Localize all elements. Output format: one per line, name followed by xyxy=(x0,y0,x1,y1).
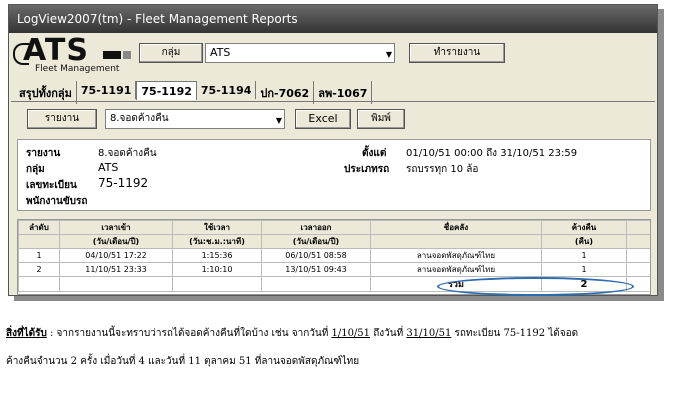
cell-out: 06/10/51 08:58 xyxy=(261,248,371,263)
vehicle-tabs: สรุปทั้งกลุ่ม 75-1191 75-1192 75-1194 ปก… xyxy=(15,81,373,104)
table-subheader-row: (วัน/เดือน/ปี) (วัน:ช.ม.:นาที) (วัน/เดือ… xyxy=(18,234,650,249)
col-nights-sub: (คืน) xyxy=(541,234,627,249)
caption-date-to: 31/10/51 xyxy=(406,328,452,339)
col-depot-header: ชื่อคลัง xyxy=(370,220,542,235)
col-duration-sub: (วัน:ช.ม.:นาที) xyxy=(172,234,262,249)
vehicle-type-label: ประเภทรถ xyxy=(344,164,390,175)
caption-line-2: ค้างคืนจำนวน 2 ครั้ง เมื่อวันที่ 4 และวั… xyxy=(6,356,360,367)
cell-duration: 1:15:36 xyxy=(172,248,262,263)
logo-subtitle: Fleet Management xyxy=(35,64,120,74)
table-header-row: ลำดับ เวลาเข้า ใช้เวลา เวลาออก ชื่อคลัง … xyxy=(18,220,650,235)
report-select-value: 8.จอดค้างคืน xyxy=(110,113,169,124)
cell-nights: 1 xyxy=(541,262,627,277)
logo-brand: ATS xyxy=(23,33,89,68)
cell-blank xyxy=(626,248,650,263)
from-value: 01/10/51 00:00 ถึง 31/10/51 23:59 xyxy=(406,148,578,159)
caption-line-1: สิ่งที่ได้รับ : จากรายงานนี้จะทราบว่ารถไ… xyxy=(6,320,674,348)
cell-duration: 1:10:10 xyxy=(172,262,262,277)
col-blank-header xyxy=(626,220,650,235)
group-label: กลุ่ม xyxy=(26,164,45,175)
report-value: 8.จอดค้างคืน xyxy=(98,148,157,159)
col-out-sub: (วัน/เดือน/ปี) xyxy=(261,234,371,249)
col-no-header: ลำดับ xyxy=(18,220,60,235)
tab-75-1194[interactable]: 75-1194 xyxy=(197,81,257,99)
caption-heading: สิ่งที่ได้รับ xyxy=(6,328,47,339)
highlight-oval xyxy=(437,277,634,296)
chevron-down-icon[interactable]: ▼ xyxy=(276,112,282,130)
logo-bar-icon xyxy=(103,51,121,59)
group-select-value: ATS xyxy=(210,46,231,59)
logo-bar-icon xyxy=(123,51,131,59)
cell-blank xyxy=(172,276,262,292)
group-value: ATS xyxy=(98,161,119,174)
report-info-panel: รายงาน 8.จอดค้างคืน กลุ่ม ATS เลขทะเบียน… xyxy=(17,139,651,211)
plate-label: เลขทะเบียน xyxy=(26,180,77,191)
group-select[interactable]: ATS ▼ xyxy=(205,43,395,63)
cell-blank xyxy=(261,276,371,292)
col-depot-sub xyxy=(370,234,542,249)
report-button[interactable]: รายงาน xyxy=(27,109,97,129)
excel-button[interactable]: Excel xyxy=(295,109,351,129)
col-in-sub: (วัน/เดือน/ปี) xyxy=(59,234,173,249)
driver-label: พนักงานขับรถ xyxy=(26,196,88,207)
print-button[interactable]: พิมพ์ xyxy=(357,109,405,129)
app-window: LogView2007(tm) - Fleet Management Repor… xyxy=(8,4,658,296)
tabs-divider xyxy=(11,101,655,102)
cell-in: 04/10/51 17:22 xyxy=(59,248,173,263)
cell-blank xyxy=(59,276,173,292)
tab-75-1192[interactable]: 75-1192 xyxy=(136,81,197,100)
cell-blank xyxy=(626,262,650,277)
report-select[interactable]: 8.จอดค้างคืน ▼ xyxy=(105,109,285,129)
vehicle-type-value: รถบรรทุก 10 ล้อ xyxy=(406,164,479,175)
cell-depot: ลานจอดพัสดุภัณฑ์ไทย xyxy=(370,262,542,277)
col-duration-header: ใช้เวลา xyxy=(172,220,262,235)
cell-blank xyxy=(18,276,60,292)
window-titlebar: LogView2007(tm) - Fleet Management Repor… xyxy=(9,5,657,33)
from-label: ตั้งแต่ xyxy=(362,148,387,159)
caption-part: ถึงวันที่ xyxy=(370,328,407,339)
col-nights-header: ค้างคืน xyxy=(541,220,627,235)
cell-in: 11/10/51 23:33 xyxy=(59,262,173,277)
table-row[interactable]: 1 04/10/51 17:22 1:15:36 06/10/51 08:58 … xyxy=(18,248,650,263)
run-report-button[interactable]: ทำรายงาน xyxy=(409,43,505,63)
col-out-header: เวลาออก xyxy=(261,220,371,235)
chevron-down-icon[interactable]: ▼ xyxy=(386,46,392,64)
col-no-sub xyxy=(18,234,60,249)
cell-nights: 1 xyxy=(541,248,627,263)
cell-out: 13/10/51 09:43 xyxy=(261,262,371,277)
group-button[interactable]: กลุ่ม xyxy=(139,43,203,63)
col-in-header: เวลาเข้า xyxy=(59,220,173,235)
cell-no: 2 xyxy=(18,262,60,277)
cell-depot: ลานจอดพัสดุภัณฑ์ไทย xyxy=(370,248,542,263)
cell-no: 1 xyxy=(18,248,60,263)
ats-logo: ATS Fleet Management xyxy=(13,33,135,77)
col-blank-sub xyxy=(626,234,650,249)
caption-date-from: 1/10/51 xyxy=(331,328,371,339)
caption-part: : จากรายงานนี้จะทราบว่ารถได้จอดค้างคืนที… xyxy=(46,328,332,339)
table-row[interactable]: 2 11/10/51 23:33 1:10:10 13/10/51 09:43 … xyxy=(18,262,650,277)
report-label: รายงาน xyxy=(26,148,61,159)
caption-text: สิ่งที่ได้รับ : จากรายงานนี้จะทราบว่ารถไ… xyxy=(6,320,674,376)
caption-part: รถทะเบียน 75-1192 ได้จอด xyxy=(451,328,579,339)
toolbar-top: ATS Fleet Management กลุ่ม ATS ▼ ทำรายงา… xyxy=(9,33,657,79)
plate-value: 75-1192 xyxy=(98,176,149,190)
tab-75-1191[interactable]: 75-1191 xyxy=(77,81,137,99)
